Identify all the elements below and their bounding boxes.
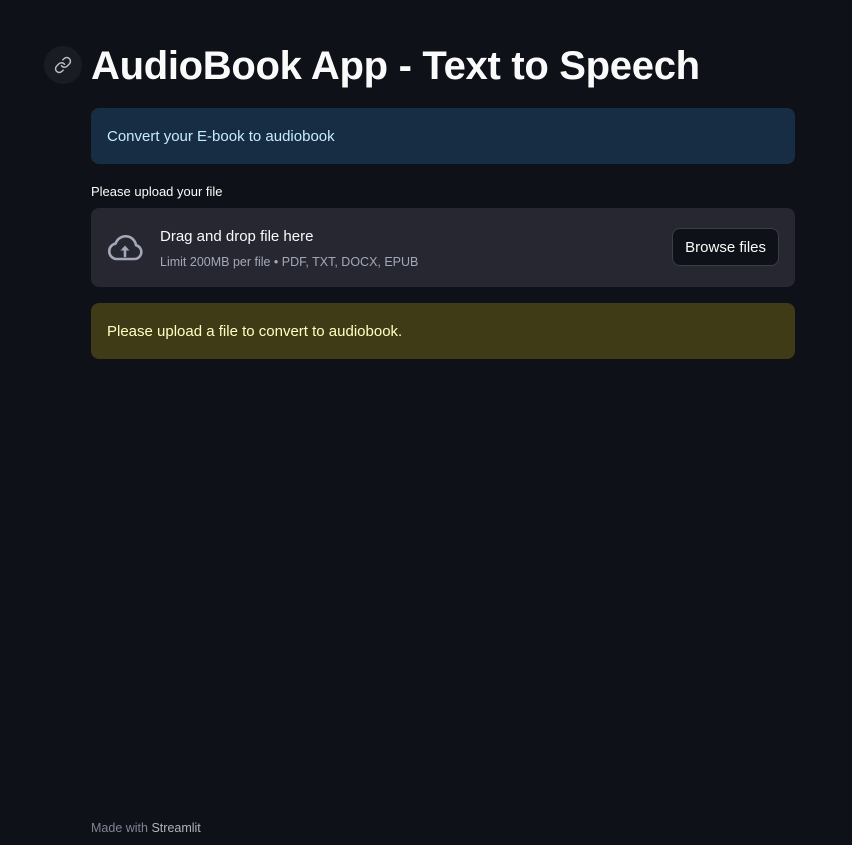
link-icon: [54, 56, 72, 74]
page-title: AudioBook App - Text to Speech: [91, 44, 700, 88]
info-alert-text: Convert your E-book to audiobook: [107, 127, 335, 145]
footer: Made with Streamlit: [91, 821, 201, 835]
file-dropzone[interactable]: Drag and drop file here Limit 200MB per …: [91, 208, 795, 287]
info-alert: Convert your E-book to audiobook: [91, 108, 795, 164]
dropzone-limit-hint: Limit 200MB per file • PDF, TXT, DOCX, E…: [160, 255, 419, 269]
warning-alert-text: Please upload a file to convert to audio…: [107, 322, 403, 340]
cloud-upload-icon: [107, 234, 143, 261]
header-anchor-link[interactable]: [44, 46, 82, 84]
streamlit-link[interactable]: Streamlit: [151, 821, 200, 835]
file-uploader-label: Please upload your file: [91, 184, 223, 199]
browse-files-button[interactable]: Browse files: [672, 228, 779, 266]
warning-alert: Please upload a file to convert to audio…: [91, 303, 795, 359]
app-page: AudioBook App - Text to Speech Convert y…: [0, 0, 852, 845]
footer-prefix: Made with: [91, 821, 148, 835]
dropzone-title: Drag and drop file here: [160, 228, 314, 245]
